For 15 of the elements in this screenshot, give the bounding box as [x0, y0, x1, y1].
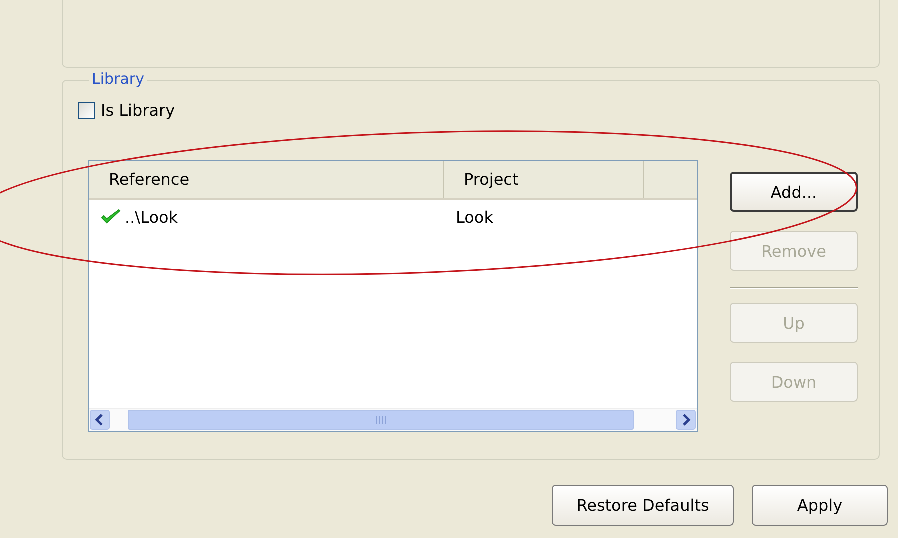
scroll-left-icon[interactable]: [90, 410, 110, 430]
footer-button[interactable]: Restore Defaults: [552, 485, 734, 526]
checkbox-label[interactable]: Is Library: [101, 101, 176, 120]
checkbox[interactable]: [78, 102, 95, 119]
scrollbar[interactable]: [89, 408, 697, 431]
table-cell-text: Look: [455, 208, 494, 226]
table-cell: ..\Look: [125, 208, 178, 226]
column-header[interactable]: Reference: [89, 161, 444, 198]
scroll-thumb[interactable]: [128, 410, 634, 430]
group-title: Library: [89, 70, 148, 88]
side-button[interactable]: Add...: [730, 172, 858, 212]
scroll-right-icon[interactable]: [676, 410, 696, 430]
checkmark-icon: [101, 209, 121, 225]
footer-button[interactable]: Apply: [752, 485, 888, 526]
column-header[interactable]: Project: [444, 161, 644, 198]
